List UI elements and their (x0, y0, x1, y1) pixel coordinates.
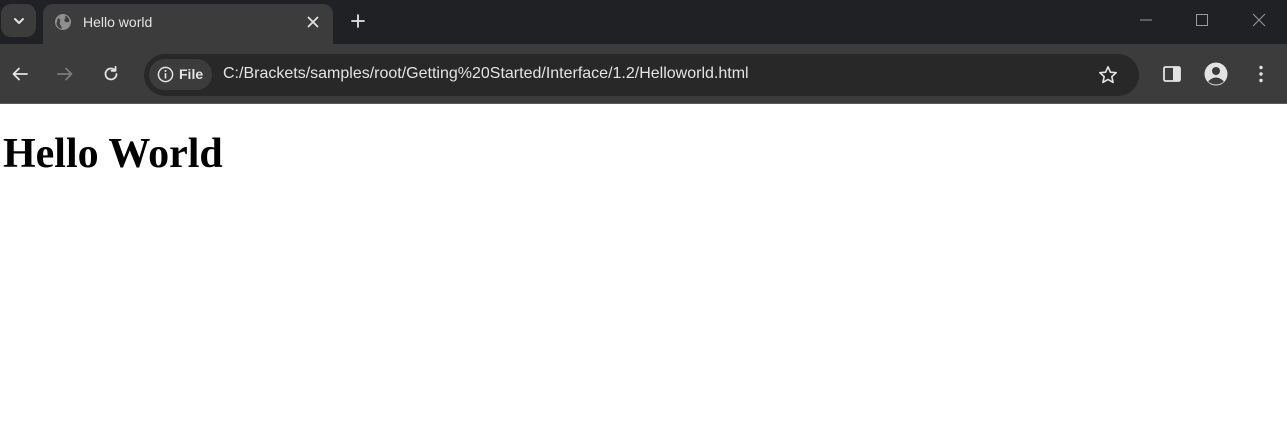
minimize-icon (1140, 19, 1152, 21)
reload-button[interactable] (99, 62, 123, 86)
plus-icon (351, 14, 365, 28)
tab-active[interactable]: Hello world (43, 4, 333, 44)
bookmark-button[interactable] (1097, 64, 1119, 86)
tab-strip: Hello world (0, 0, 1287, 44)
close-icon (307, 16, 319, 28)
address-bar[interactable]: File C:/Brackets/samples/root/Getting%20… (144, 54, 1139, 96)
tab-search-button[interactable] (1, 4, 36, 37)
site-info-chip[interactable]: File (149, 59, 212, 90)
arrow-right-icon (57, 67, 73, 81)
side-panel-button[interactable] (1160, 62, 1184, 86)
close-icon (1252, 13, 1266, 27)
minimize-button[interactable] (1118, 0, 1174, 40)
browser-toolbar: File C:/Brackets/samples/root/Getting%20… (0, 44, 1287, 104)
maximize-button[interactable] (1174, 0, 1230, 40)
tab-title: Hello world (83, 14, 153, 30)
page-viewport: Hello World (0, 105, 1287, 428)
menu-button[interactable] (1249, 62, 1273, 86)
star-icon (1099, 66, 1117, 84)
globe-icon (55, 14, 71, 30)
info-icon (157, 66, 174, 83)
profile-button[interactable] (1204, 62, 1228, 86)
profile-icon (1204, 62, 1228, 86)
side-panel-icon (1163, 66, 1181, 82)
page-heading: Hello World (3, 131, 223, 177)
chevron-down-icon (13, 17, 24, 24)
kebab-menu-icon (1259, 65, 1263, 83)
close-window-button[interactable] (1231, 0, 1287, 40)
maximize-icon (1196, 14, 1208, 26)
site-info-label: File (179, 66, 204, 82)
url-text[interactable]: C:/Brackets/samples/root/Getting%20Start… (223, 65, 749, 83)
forward-button[interactable] (53, 62, 77, 86)
reload-icon (104, 65, 118, 81)
arrow-left-icon (12, 67, 28, 81)
close-tab-button[interactable] (303, 12, 323, 32)
new-tab-button[interactable] (346, 9, 370, 33)
back-button[interactable] (8, 62, 32, 86)
